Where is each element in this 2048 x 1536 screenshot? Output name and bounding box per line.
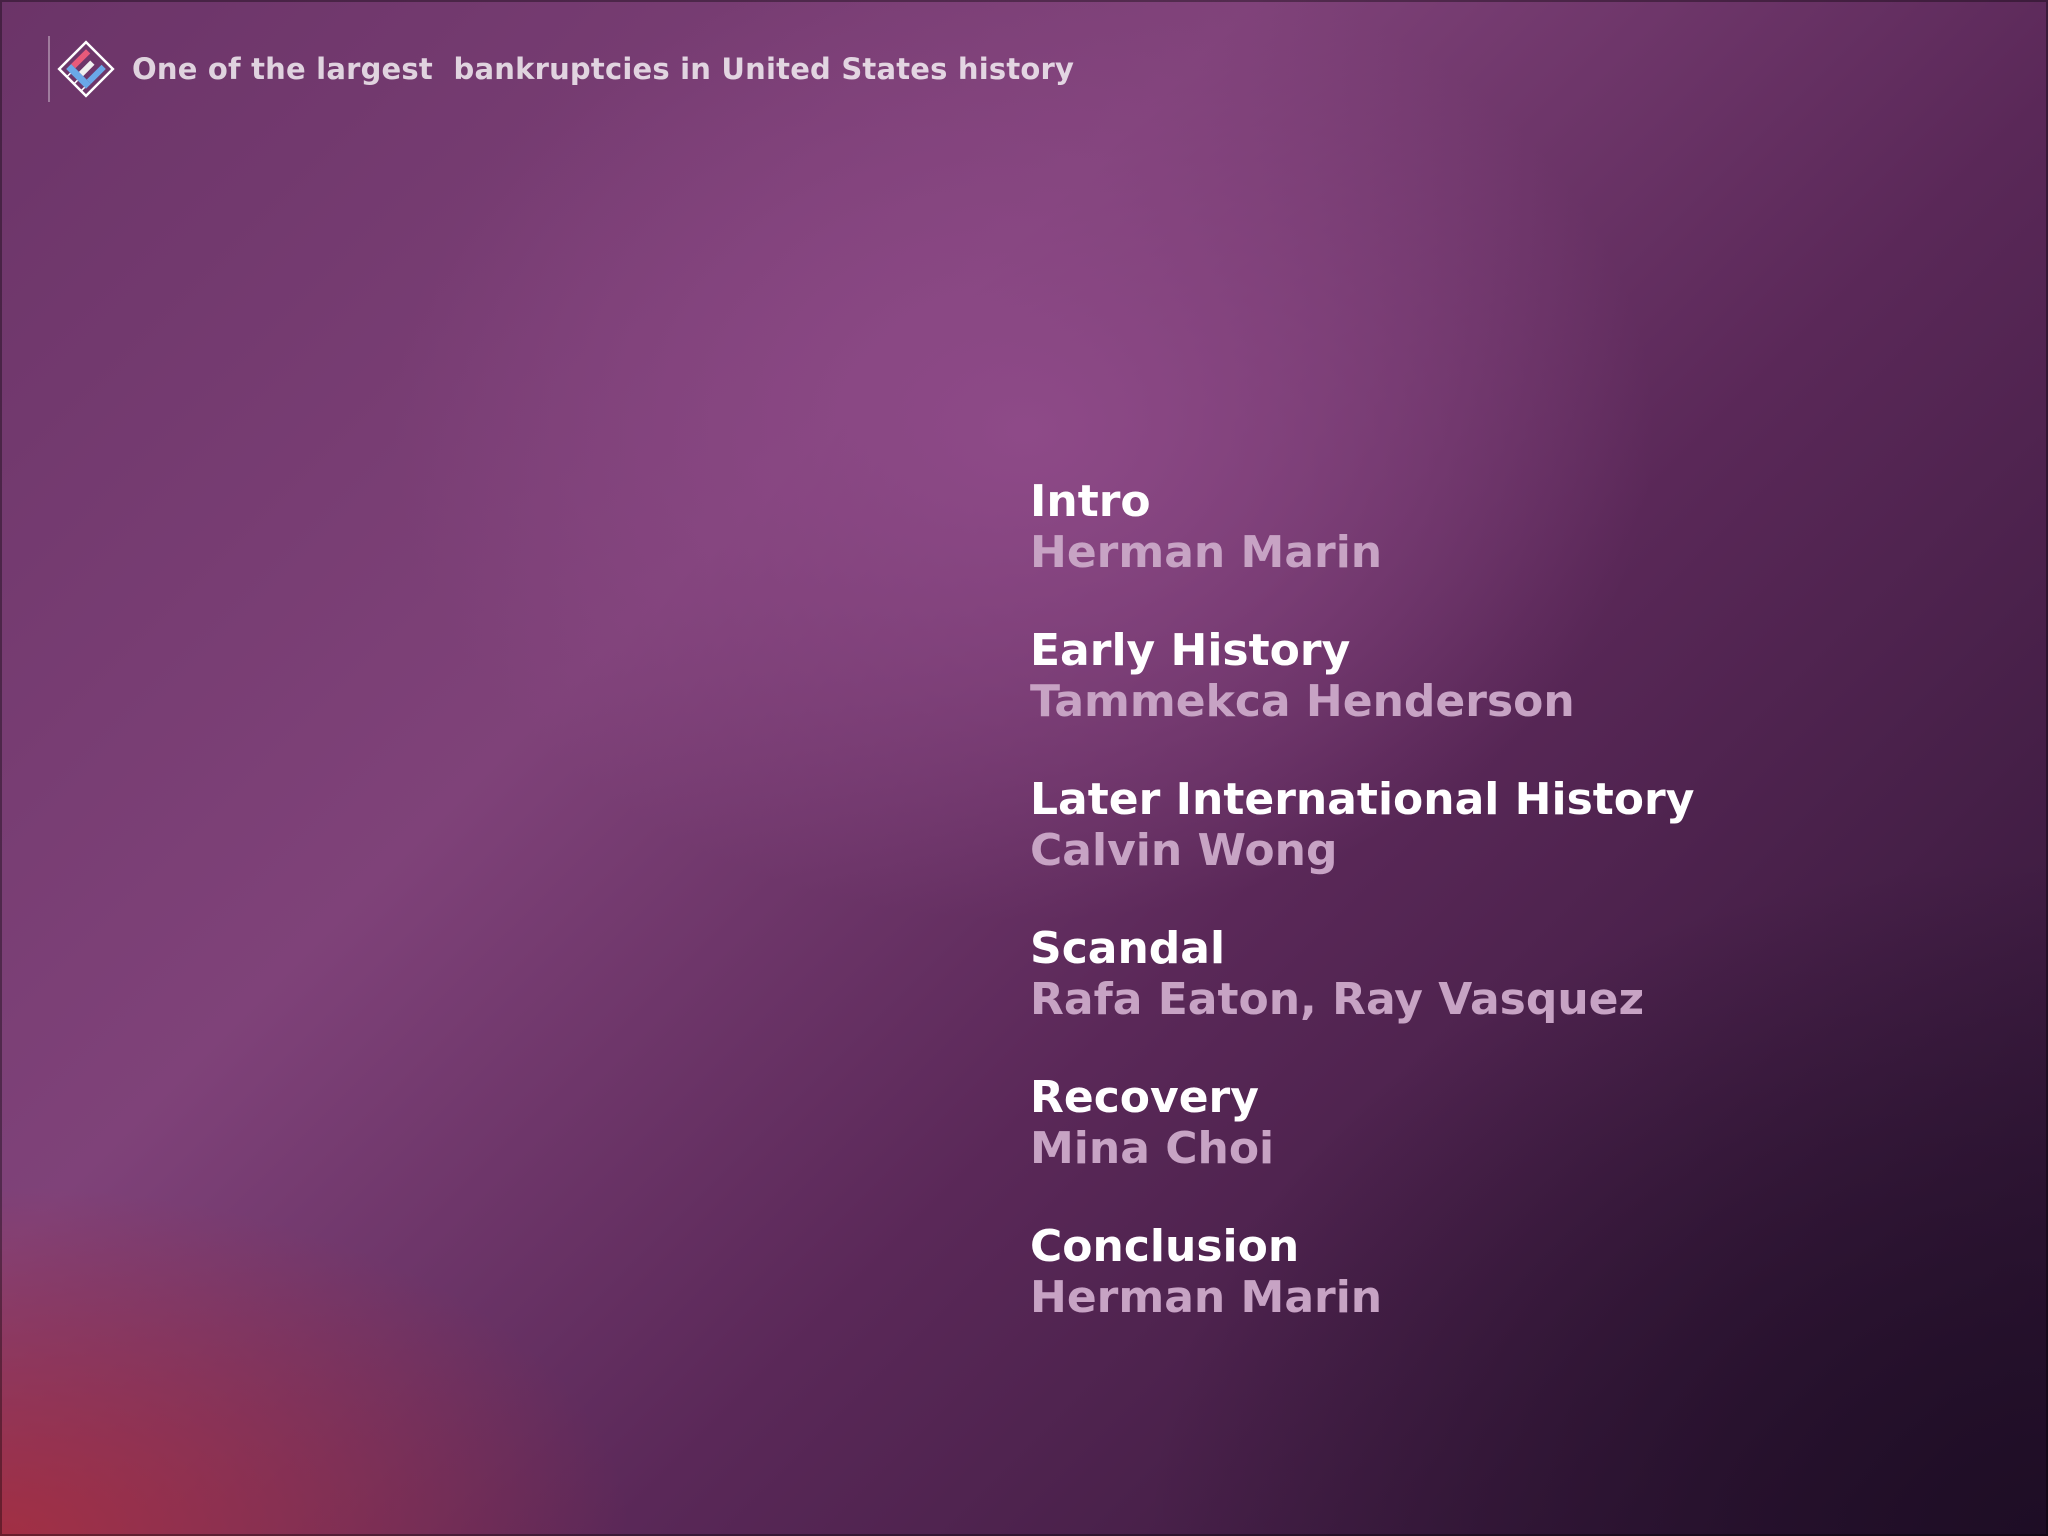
agenda-item-title: Recovery [1030, 1072, 1259, 1123]
agenda-item-conclusion: Conclusion Herman Marin [1030, 1221, 1990, 1370]
slide-header: One of the largest bankruptcies in Unite… [48, 34, 1074, 104]
agenda-item-title: Conclusion [1030, 1221, 1300, 1272]
agenda-item-presenter: Tammekca Henderson [1030, 676, 1575, 727]
agenda-item-presenter: Mina Choi [1030, 1123, 1275, 1174]
agenda-item-title: Scandal [1030, 923, 1226, 974]
agenda-item-title: Later International History [1030, 774, 1695, 825]
tilted-e-logo-icon [57, 40, 115, 98]
header-title: One of the largest bankruptcies in Unite… [132, 52, 1075, 86]
agenda-list: Intro Herman Marin Early History Tammekc… [1030, 476, 1990, 1370]
agenda-item-later-international-history: Later International History Calvin Wong [1030, 774, 1990, 923]
agenda-item-presenter: Herman Marin [1030, 1272, 1383, 1323]
agenda-item-early-history: Early History Tammekca Henderson [1030, 625, 1990, 774]
agenda-item-intro: Intro Herman Marin [1030, 476, 1990, 625]
agenda-item-presenter: Herman Marin [1030, 527, 1383, 578]
agenda-item-scandal: Scandal Rafa Eaton, Ray Vasquez [1030, 923, 1990, 1072]
agenda-item-title: Intro [1030, 476, 1151, 527]
agenda-item-presenter: Rafa Eaton, Ray Vasquez [1030, 974, 1645, 1025]
slide: One of the largest bankruptcies in Unite… [0, 0, 2048, 1536]
header-divider [48, 36, 50, 102]
agenda-item-presenter: Calvin Wong [1030, 825, 1338, 876]
agenda-item-title: Early History [1030, 625, 1351, 676]
agenda-item-recovery: Recovery Mina Choi [1030, 1072, 1990, 1221]
